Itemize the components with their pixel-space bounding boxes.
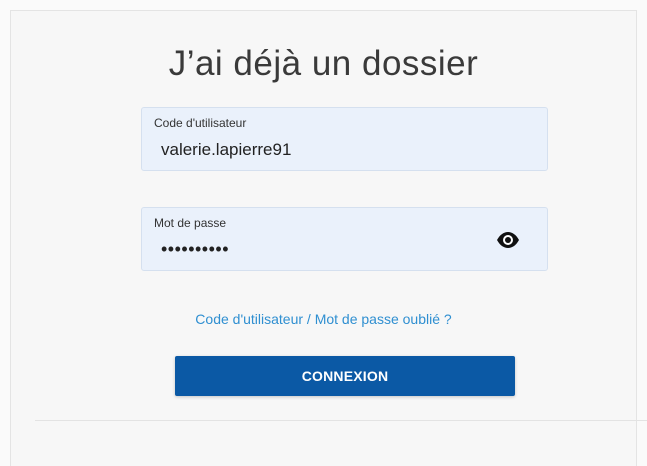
login-panel: J’ai déjà un dossier Code d'utilisateur … (10, 10, 647, 466)
bottom-divider (35, 420, 647, 421)
eye-icon[interactable] (496, 231, 520, 249)
username-label: Code d'utilisateur (154, 116, 247, 130)
connexion-button[interactable]: CONNEXION (175, 356, 515, 396)
password-label: Mot de passe (154, 216, 227, 230)
username-input[interactable] (161, 140, 481, 160)
username-field[interactable]: Code d'utilisateur (141, 107, 548, 171)
password-input[interactable]: •••••••••• (161, 239, 481, 260)
password-field[interactable]: Mot de passe •••••••••• (141, 207, 548, 271)
page-title: J’ai déjà un dossier (168, 44, 479, 83)
forgot-credentials-link[interactable]: Code d'utilisateur / Mot de passe oublié… (11, 311, 636, 327)
